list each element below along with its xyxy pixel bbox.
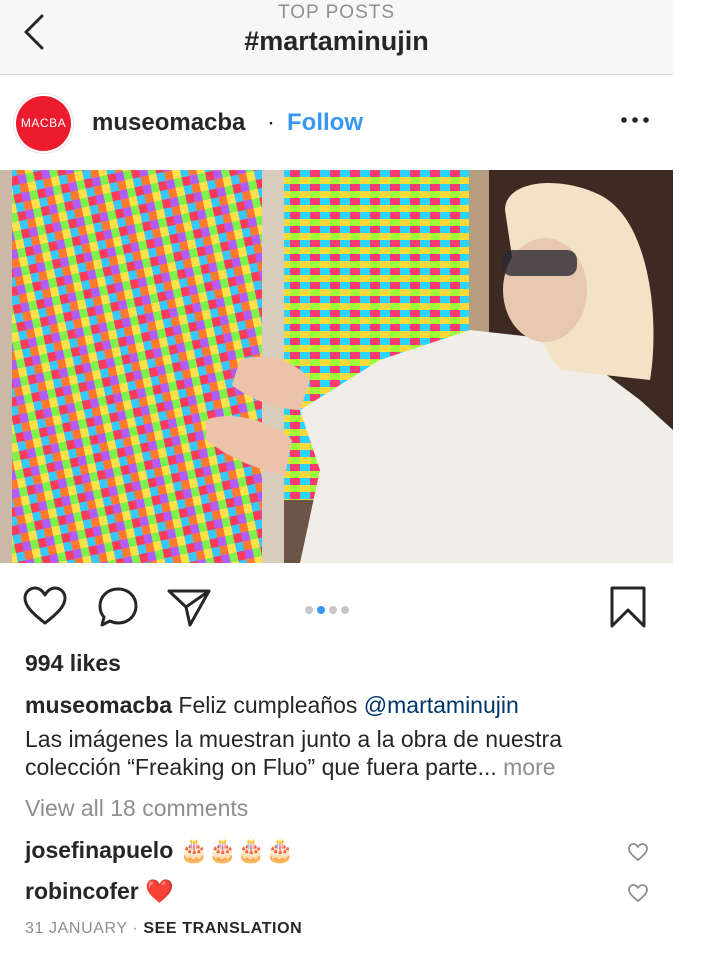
- carousel-dot: [329, 606, 337, 614]
- carousel-dot: [305, 606, 313, 614]
- footer-separator: ·: [132, 920, 139, 937]
- carousel-dot: [341, 606, 349, 614]
- small-heart-icon[interactable]: [627, 883, 649, 903]
- post-actions: [0, 563, 673, 648]
- post-image[interactable]: [0, 170, 673, 563]
- comment-row: robincofer ❤️: [25, 876, 174, 906]
- red-heart-emoji: ❤️: [145, 878, 174, 904]
- likes-count[interactable]: 994 likes: [25, 648, 121, 678]
- post-footer: 31 JANUARY · SEE TRANSLATION: [25, 920, 302, 938]
- comment-icon[interactable]: [96, 585, 140, 629]
- view-all-comments-link[interactable]: View all 18 comments: [25, 793, 248, 823]
- more-options-icon[interactable]: [620, 115, 650, 125]
- carousel-indicator: [305, 601, 353, 614]
- share-icon[interactable]: [166, 585, 212, 629]
- caption-line-2: Las imágenes la muestran junto a la obra…: [25, 726, 562, 752]
- caption-line-1: museomacba Feliz cumpleaños @martaminuji…: [25, 690, 519, 720]
- separator-dot: ·: [267, 109, 275, 136]
- bookmark-icon[interactable]: [608, 585, 648, 629]
- avatar[interactable]: MACBA: [16, 96, 71, 151]
- post-header: MACBA museomacba · Follow: [0, 75, 673, 170]
- carousel-dot-active: [317, 606, 325, 614]
- comment-username[interactable]: robincofer: [25, 878, 139, 904]
- header-subtitle: TOP POSTS: [277, 2, 396, 23]
- small-heart-icon[interactable]: [627, 842, 649, 862]
- post-date: 31 JANUARY: [25, 920, 128, 937]
- caption-username[interactable]: museomacba: [25, 692, 172, 718]
- post-image-illustration: [0, 170, 673, 563]
- post-username[interactable]: museomacba: [92, 109, 245, 137]
- top-bar: TOP POSTS #martaminujin: [0, 0, 673, 75]
- caption-mention[interactable]: @martaminujin: [364, 692, 519, 718]
- comment-username[interactable]: josefinapuelo: [25, 837, 173, 863]
- caption-text: Feliz cumpleaños: [178, 692, 358, 718]
- caption-line-3: colección “Freaking on Fluo” que fuera p…: [25, 752, 556, 782]
- birthday-cake-emoji: 🎂🎂🎂🎂: [179, 837, 295, 863]
- header-title: #martaminujin: [244, 26, 429, 56]
- caption-more-link[interactable]: more: [503, 754, 555, 780]
- see-translation-link[interactable]: SEE TRANSLATION: [143, 920, 302, 937]
- follow-button[interactable]: Follow: [287, 109, 363, 137]
- heart-icon[interactable]: [22, 585, 68, 627]
- comment-row: josefinapuelo 🎂🎂🎂🎂: [25, 835, 294, 865]
- caption-line-3-text: colección “Freaking on Fluo” que fuera p…: [25, 754, 497, 780]
